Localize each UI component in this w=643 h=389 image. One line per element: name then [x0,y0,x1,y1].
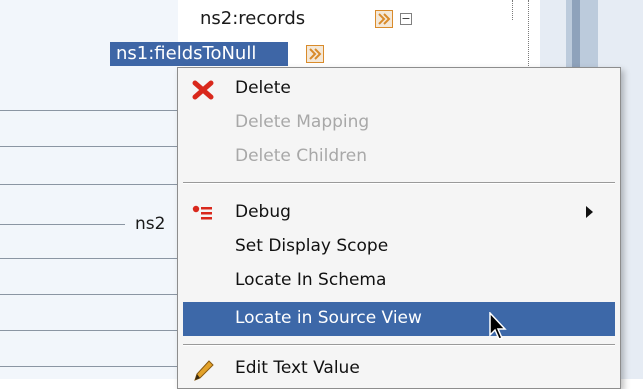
link-icon[interactable] [306,45,324,63]
tree-node-partial[interactable]: ns2 [135,214,165,234]
delete-x-icon [191,78,215,102]
menu-item-locate-in-schema[interactable]: Locate In Schema [183,264,615,298]
menu-item-label: Edit Text Value [235,358,360,378]
menu-item-locate-in-source-view[interactable]: Locate in Source View [183,302,615,336]
mapping-line [0,224,125,225]
link-icon[interactable] [375,10,393,28]
tree-row-divider [0,366,178,367]
menu-item-label: Locate In Schema [235,270,387,290]
menu-item-edit-text-value[interactable]: Edit Text Value [183,352,615,386]
menu-item-label: Locate in Source View [235,308,422,328]
context-menu: Delete Delete Mapping Delete Children De… [177,67,621,389]
tree-row-divider [0,258,178,259]
menu-item-delete-mapping: Delete Mapping [183,106,615,140]
submenu-arrow-icon [586,206,593,218]
tree-row-divider [0,294,178,295]
tree-row-divider [0,330,178,331]
menu-separator [183,345,615,346]
collapse-icon[interactable]: − [400,13,412,25]
menu-item-label: Delete Mapping [235,112,370,132]
menu-item-set-display-scope[interactable]: Set Display Scope [183,230,615,264]
tree-node-records[interactable]: ns2:records [200,8,305,29]
tree-node-fieldstonull[interactable]: ns1:fieldsToNull [110,42,288,66]
menu-item-delete-children: Delete Children [183,140,615,174]
menu-item-delete[interactable]: Delete [183,72,615,106]
menu-item-label: Set Display Scope [235,236,389,256]
tree-connector [512,0,513,20]
menu-item-label: Delete Children [235,146,367,166]
debug-icon [191,202,215,226]
mouse-pointer-icon [488,311,510,342]
menu-item-label: Delete [235,78,291,98]
tree-connector [528,0,529,70]
menu-separator [183,183,615,184]
pencil-icon [191,358,215,382]
menu-item-debug[interactable]: Debug [183,196,615,230]
tree-row-divider [0,110,178,111]
tree-row-divider [0,146,178,147]
tree-row-divider [0,184,178,185]
menu-item-label: Debug [235,202,291,222]
